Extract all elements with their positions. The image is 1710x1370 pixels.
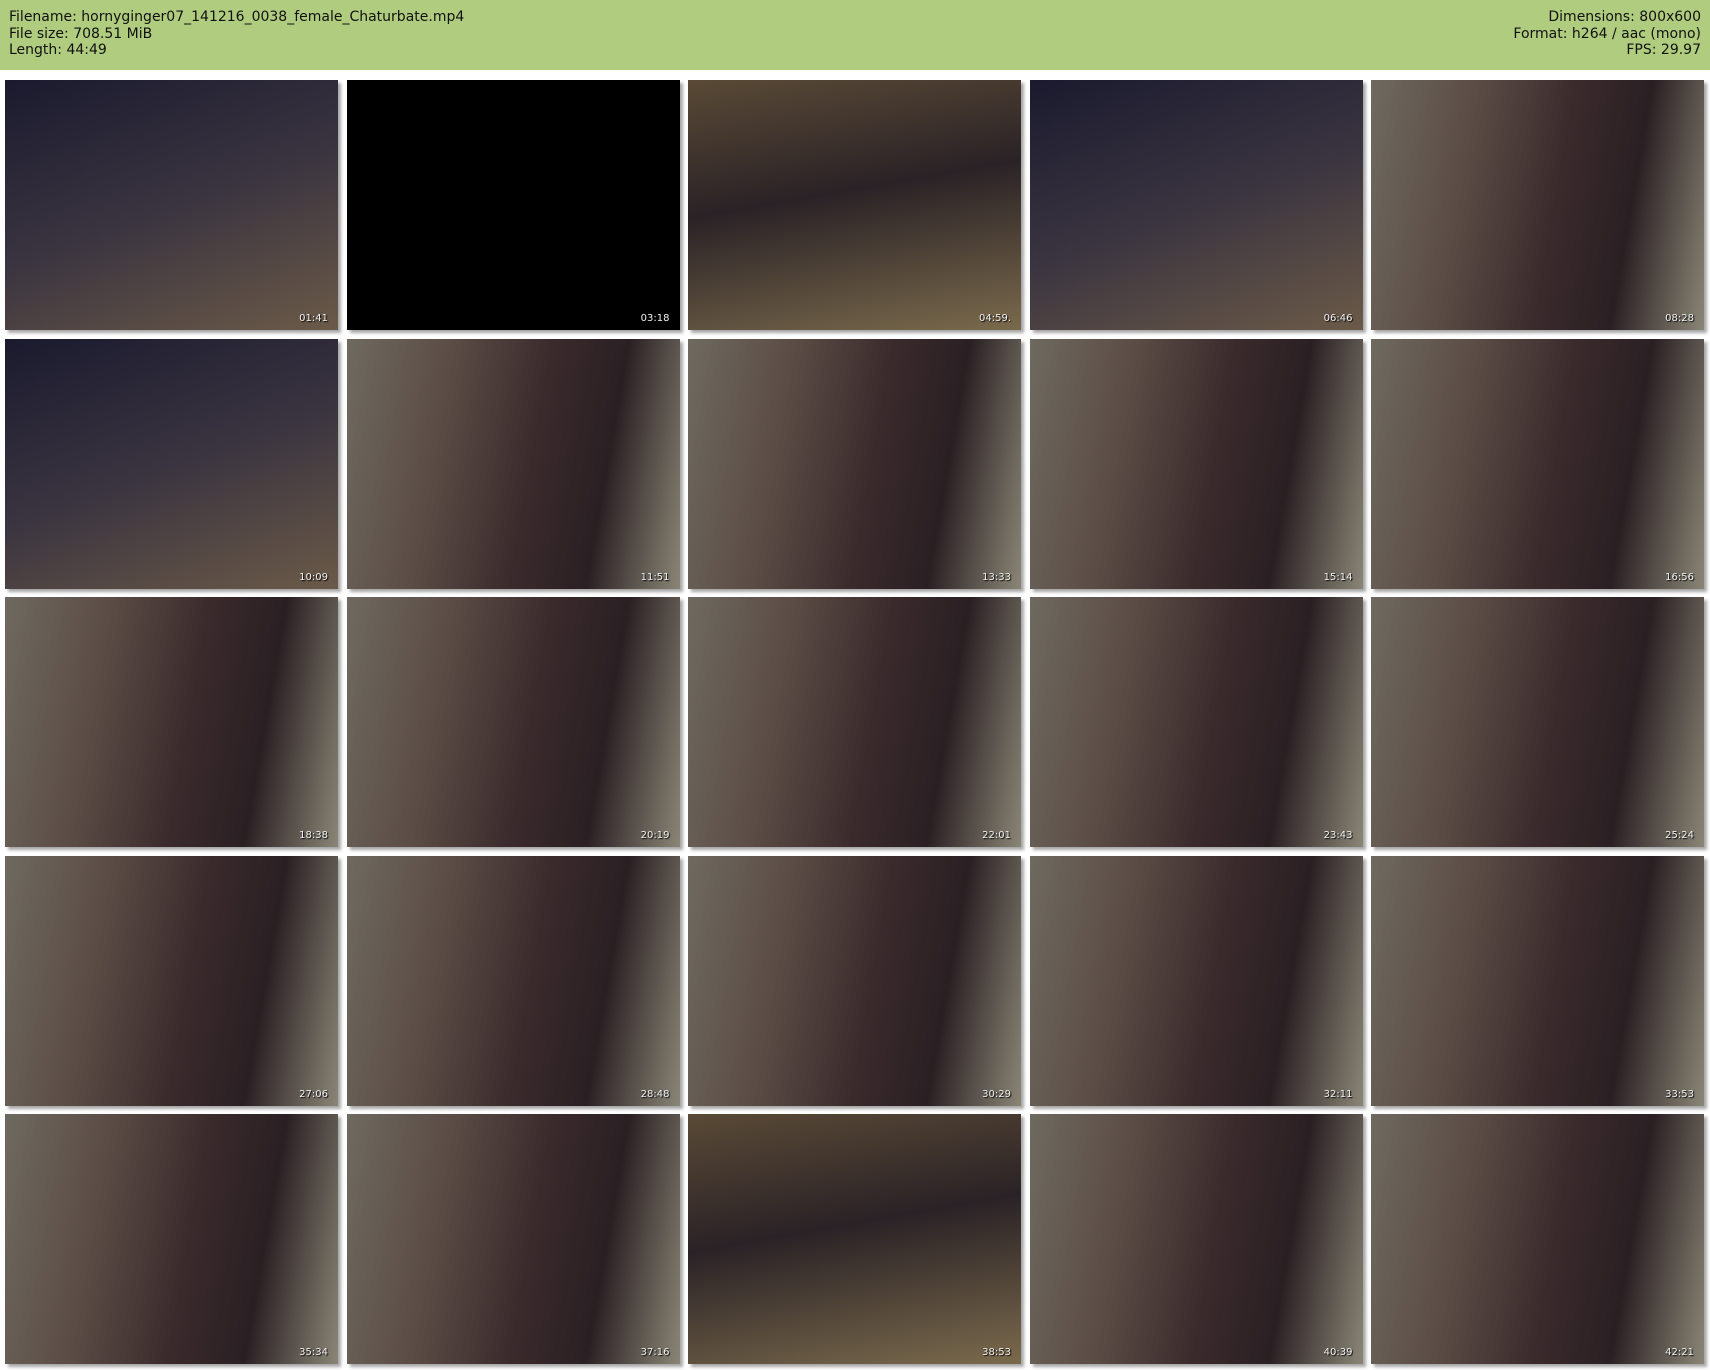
fps-text: FPS: 29.97 [1626, 42, 1701, 58]
thumbnail-timestamp: 25:24 [1665, 830, 1694, 841]
video-thumbnail: 15:14 [1029, 338, 1363, 589]
format-text: Format: h264 / aac (mono) [1513, 25, 1701, 42]
video-thumbnail: 13:33 [688, 338, 1021, 589]
thumbnail-timestamp: 42:21 [1665, 1347, 1694, 1358]
thumbnail-timestamp: 03:18 [640, 313, 670, 324]
thumbnail-timestamp: 13:33 [982, 571, 1011, 583]
video-thumbnail: 20:19 [346, 597, 680, 847]
thumbnail-grid: 01:41 03:18 04:59. 06:46 08:28 10:09 11:51 13:3… [5, 80, 1704, 1364]
thumbnail-timestamp: 33:53 [1665, 1088, 1694, 1100]
video-thumbnail: 08:28 [1371, 80, 1704, 330]
thumbnail-timestamp: 18:38 [299, 830, 328, 841]
filename-text: Filename: hornyginger07_141216_0038_fema… [9, 9, 465, 25]
thumbnail-timestamp: 20:19 [640, 830, 670, 841]
thumbnail-timestamp: 40:39 [1323, 1347, 1353, 1358]
video-thumbnail: 01:41 [5, 80, 338, 330]
video-thumbnail: 22:01 [688, 597, 1021, 847]
video-thumbnail: 42:21 [1371, 1114, 1704, 1364]
video-thumbnail: 03:18 [346, 80, 680, 330]
file-info-right: Dimensions: 800x600 Format: h264 / aac (… [1513, 9, 1701, 59]
file-info-header: Filename: hornyginger07_141216_0038_fema… [0, 0, 1710, 70]
thumbnail-timestamp: 15:14 [1323, 571, 1353, 583]
file-size-text: File size: 708.51 MiB [9, 25, 153, 42]
video-thumbnail: 28:48 [346, 855, 680, 1106]
video-thumbnail: 11:51 [346, 338, 680, 589]
thumbnail-timestamp: 01:41 [299, 313, 328, 324]
thumbnail-timestamp: 30:29 [982, 1088, 1011, 1100]
video-thumbnail: 33:53 [1371, 855, 1704, 1106]
video-thumbnail: 23:43 [1029, 597, 1363, 847]
thumbnail-timestamp: 06:46 [1323, 313, 1353, 324]
dimensions-text: Dimensions: 800x600 [1548, 9, 1701, 25]
thumbnail-timestamp: 35:34 [299, 1347, 328, 1358]
thumbnail-timestamp: 38:53 [982, 1347, 1011, 1358]
thumbnail-timestamp: 16:56 [1665, 571, 1694, 583]
video-thumbnail: 30:29 [688, 855, 1021, 1106]
video-thumbnail: 40:39 [1029, 1114, 1363, 1364]
video-thumbnail: 10:09 [5, 338, 338, 589]
thumbnail-timestamp: 22:01 [982, 830, 1011, 841]
thumbnail-timestamp: 04:59. [979, 313, 1011, 324]
thumbnail-timestamp: 08:28 [1665, 313, 1694, 324]
thumbnail-timestamp: 23:43 [1323, 830, 1353, 841]
length-text: Length: 44:49 [9, 42, 107, 58]
video-thumbnail: 32:11 [1029, 855, 1363, 1106]
video-thumbnail: 06:46 [1029, 80, 1363, 330]
video-thumbnail: 27:06 [5, 855, 338, 1106]
thumbnail-timestamp: 11:51 [640, 571, 670, 583]
video-thumbnail: 38:53 [688, 1114, 1021, 1364]
file-info-left: Filename: hornyginger07_141216_0038_fema… [9, 9, 464, 59]
video-thumbnail: 37:16 [346, 1114, 680, 1364]
thumbnail-timestamp: 27:06 [299, 1088, 328, 1100]
video-thumbnail: 25:24 [1371, 597, 1704, 847]
video-thumbnail: 04:59. [688, 80, 1021, 330]
video-thumbnail: 16:56 [1371, 338, 1704, 589]
video-thumbnail: 35:34 [5, 1114, 338, 1364]
thumbnail-timestamp: 32:11 [1323, 1088, 1353, 1100]
thumbnail-timestamp: 10:09 [299, 571, 328, 583]
video-thumbnail: 18:38 [5, 597, 338, 847]
thumbnail-timestamp: 28:48 [640, 1088, 670, 1100]
thumbnail-timestamp: 37:16 [640, 1347, 670, 1358]
